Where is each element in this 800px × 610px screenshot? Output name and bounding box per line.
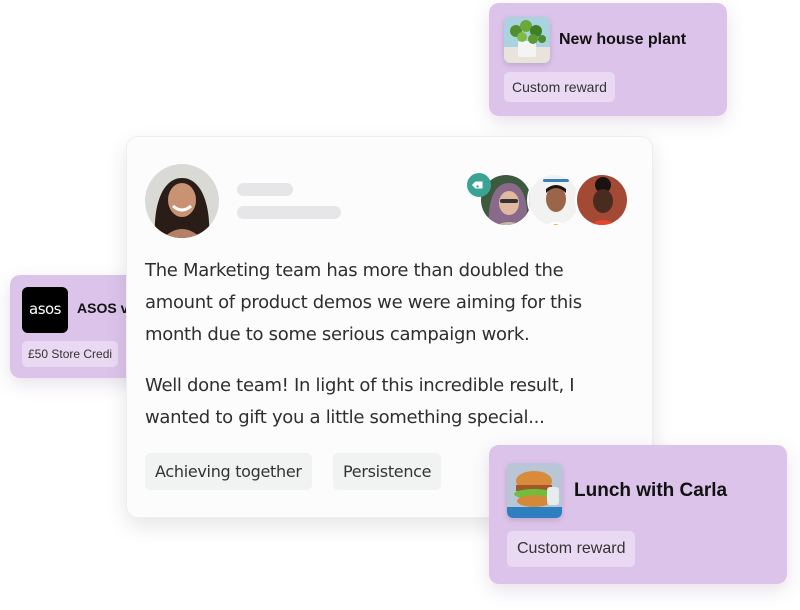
author-avatar[interactable] xyxy=(145,164,219,238)
reward-card-house-plant[interactable]: New house plant Custom reward xyxy=(489,3,727,116)
author-subtitle-placeholder xyxy=(237,206,341,219)
reward-type-badge: Custom reward xyxy=(504,72,615,102)
asos-logo-image: asos xyxy=(22,287,68,333)
plant-image xyxy=(504,17,550,63)
tag-icon xyxy=(467,173,491,197)
author-name-placeholder xyxy=(237,183,293,196)
asos-logo: asos xyxy=(29,300,62,318)
recipient-avatar[interactable] xyxy=(575,173,629,227)
company-value-chip[interactable]: Achieving together xyxy=(145,453,312,490)
recipient-avatars[interactable] xyxy=(467,173,629,229)
company-value-chip[interactable]: Persistence xyxy=(333,453,442,490)
reward-title: New house plant xyxy=(559,31,687,48)
reward-title: ASOS v xyxy=(77,300,129,316)
reward-title: Lunch with Carla xyxy=(574,480,728,501)
post-message-paragraph: Well done team! In light of this incredi… xyxy=(145,375,575,428)
burger-image xyxy=(507,463,562,518)
reward-value-badge: £50 Store Credi xyxy=(22,341,119,367)
reward-type-badge: Custom reward xyxy=(507,531,636,567)
recipient-avatar[interactable] xyxy=(527,173,581,227)
reward-card-lunch[interactable]: Lunch with Carla Custom reward xyxy=(489,445,787,584)
post-message-paragraph: The Marketing team has more than doubled… xyxy=(145,260,582,345)
